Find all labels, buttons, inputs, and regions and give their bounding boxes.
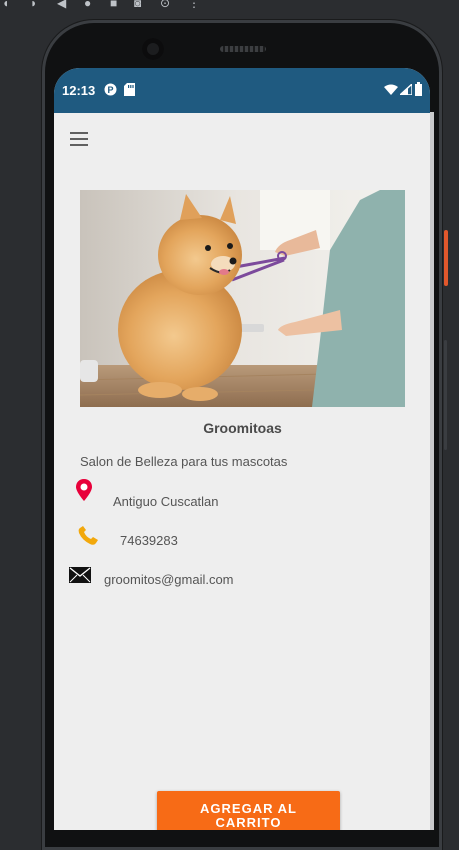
menu-button[interactable] (70, 132, 88, 146)
status-time: 12:13 (62, 83, 96, 98)
rotate-left-icon[interactable]: ◖ (2, 0, 9, 10)
camera-icon (142, 38, 164, 60)
salon-name: Groomitoas (203, 420, 282, 436)
envelope-icon (69, 567, 91, 583)
screen-edge (430, 112, 434, 830)
volume-button[interactable] (444, 230, 448, 286)
status-bar: 12:13 P (54, 68, 430, 113)
home-icon[interactable]: ● (84, 0, 91, 10)
salon-description: Salon de Belleza para tus mascotas (80, 454, 288, 469)
signal-icon (400, 84, 412, 95)
back-icon[interactable]: ◀ (57, 0, 66, 10)
more-icon[interactable]: ⋮ (188, 0, 200, 10)
add-to-cart-button[interactable]: AGREGAR AL CARRITO (157, 791, 340, 830)
phone-icon (78, 526, 98, 545)
salon-photo (80, 190, 405, 407)
power-button[interactable] (444, 340, 447, 450)
speaker-grille (220, 46, 266, 52)
settings-icon[interactable]: ⊙ (160, 0, 170, 10)
rotate-right-icon[interactable]: ◗ (30, 0, 37, 10)
salon-email[interactable]: groomitos@gmail.com (104, 572, 234, 587)
battery-icon (415, 82, 422, 96)
emulator-toolbar: ◖ ◗ ◀ ● ■ ◙ ⊙ ⋮ (0, 0, 459, 12)
overview-icon[interactable]: ■ (110, 0, 117, 10)
salon-phone[interactable]: 74639283 (120, 533, 178, 548)
hamburger-menu-icon (70, 132, 88, 134)
data-saver-icon: P (104, 83, 117, 96)
location-pin-icon (76, 479, 92, 501)
app-screen: 12:13 P Groomitoas Salon de Belleza para… (54, 68, 430, 830)
screenshot-icon[interactable]: ◙ (134, 0, 141, 10)
sd-card-icon (124, 83, 135, 96)
wifi-icon (384, 84, 398, 95)
svg-text:P: P (107, 85, 113, 95)
salon-location: Antiguo Cuscatlan (113, 494, 219, 509)
